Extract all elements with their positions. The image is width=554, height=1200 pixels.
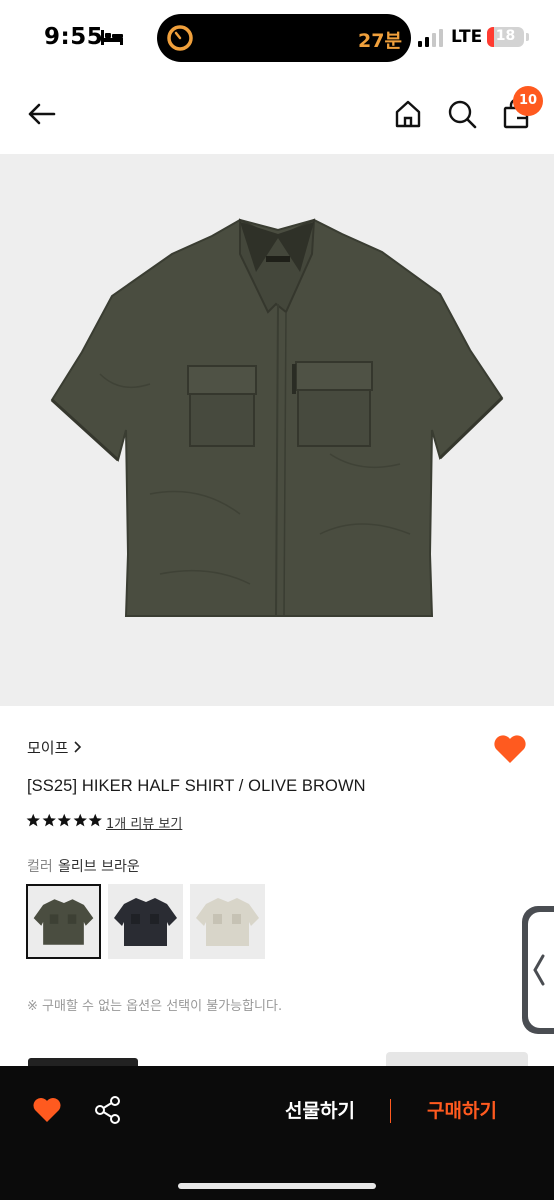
- button-divider: [390, 1099, 391, 1123]
- status-bar: 9:55 27분 LTE 18: [0, 0, 554, 76]
- wishlist-heart-icon[interactable]: [32, 1096, 62, 1124]
- chevron-left-icon[interactable]: [530, 950, 548, 990]
- star-icon: [73, 813, 87, 827]
- timer-icon: [167, 25, 193, 51]
- swatch-shirt-ivory: [196, 898, 259, 946]
- swatch-shirt-black: [114, 898, 177, 946]
- timer-remaining: 27분: [358, 30, 402, 52]
- rating-stars: [26, 813, 103, 831]
- price-text-partial: [28, 1058, 138, 1066]
- home-indicator[interactable]: [178, 1183, 376, 1189]
- star-icon: [88, 813, 102, 827]
- star-icon: [57, 813, 71, 827]
- star-icon: [26, 813, 40, 827]
- review-link[interactable]: 1개 리뷰 보기: [106, 813, 182, 832]
- status-time: 9:55: [44, 24, 104, 50]
- brand-link[interactable]: 모이프: [27, 737, 68, 758]
- product-title: [SS25] HIKER HALF SHIRT / OLIVE BROWN: [27, 777, 366, 795]
- network-type: LTE: [451, 27, 483, 47]
- battery-level: 18: [495, 28, 516, 44]
- swatch-shirt-olive: [33, 899, 94, 945]
- star-icon: [42, 813, 56, 827]
- option-label: 컬러: [27, 859, 53, 875]
- color-swatch-olive[interactable]: [26, 884, 101, 959]
- share-icon[interactable]: [92, 1094, 124, 1126]
- app-header: [0, 76, 554, 154]
- cart-count-badge: 10: [513, 86, 543, 116]
- battery-icon: 18: [487, 27, 524, 47]
- sleep-bed-icon: [101, 30, 123, 45]
- signal-icon: [418, 29, 443, 47]
- wishlist-heart-icon[interactable]: [492, 733, 528, 765]
- buy-button[interactable]: 구매하기: [412, 1096, 512, 1123]
- back-arrow-icon[interactable]: [24, 96, 60, 132]
- gift-button[interactable]: 선물하기: [270, 1096, 370, 1123]
- coupon-button-partial[interactable]: [386, 1052, 528, 1066]
- chevron-right-icon[interactable]: [72, 740, 82, 754]
- color-swatch-ivory[interactable]: [190, 884, 265, 959]
- shirt-image: [50, 218, 504, 617]
- battery-cap: [526, 33, 529, 41]
- home-icon[interactable]: [390, 96, 426, 132]
- product-image[interactable]: [0, 154, 554, 706]
- option-value: 올리브 브라운: [58, 859, 140, 875]
- bottom-action-bar: [0, 1066, 554, 1200]
- option-notice: ※ 구매할 수 없는 옵션은 선택이 불가능합니다.: [27, 999, 283, 1014]
- color-swatch-black[interactable]: [108, 884, 183, 959]
- search-icon[interactable]: [444, 96, 480, 132]
